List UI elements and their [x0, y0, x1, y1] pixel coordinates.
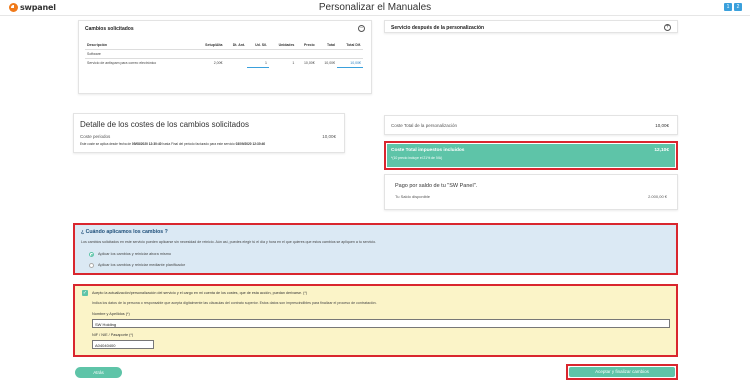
apply-scheduled-radio[interactable]	[89, 263, 94, 268]
table-cell: 10,00€	[303, 61, 315, 66]
column-header: Setup/Alta	[195, 41, 225, 50]
personalization-total-value: 10,00€	[655, 123, 669, 128]
section-row: Software	[85, 49, 363, 59]
balance-value: 2.000,00 €	[648, 194, 667, 199]
taxes-total-value: 12,10€	[654, 148, 669, 153]
apply-scheduled-label[interactable]: Aplicar los cambios y reiniciar mediante…	[98, 263, 185, 267]
top-bar: swpanel Personalizar el Manuales 1 2	[0, 0, 750, 16]
column-header: Dt. Ant.	[224, 41, 248, 50]
apply-changes-section: ¿ Cuándo aplicamos los cambios ? Los cam…	[73, 223, 678, 275]
service-after-title: Servicio después de la personalización	[391, 25, 485, 31]
service-after-card: Servicio después de la personalización +	[384, 20, 678, 33]
nif-field-label: NIF / NIE / Pasaporte (*)	[92, 333, 134, 337]
cost-periods-label: Coste periodos	[80, 134, 111, 139]
header-buttons: 1 2	[724, 3, 742, 11]
table-cell: 10,00€	[324, 61, 336, 66]
table-row: Servicio de antispam para correo electró…	[85, 58, 363, 68]
page-title: Personalizar el Manuales	[318, 2, 432, 13]
column-header: Ud. Sil.	[247, 41, 269, 50]
table-cell: 2,00€	[213, 61, 223, 66]
apply-description: Los cambios solicitados en este servicio…	[81, 240, 377, 244]
table-cell: 1	[247, 58, 269, 68]
name-field-label: Nombre y Apellidos (*)	[92, 312, 130, 316]
column-header: Descripción	[85, 41, 195, 50]
column-header: Total	[316, 41, 338, 50]
section-label: Software	[85, 49, 363, 59]
apply-title: ¿ Cuándo aplicamos los cambios ?	[81, 229, 168, 235]
acceptance-section: ✓ Acepto la actualización/personalizació…	[73, 284, 678, 357]
column-header: Unidades	[269, 41, 297, 50]
column-header: Total Dif.	[337, 41, 363, 50]
payment-card: Pago por saldo de tu "SW Panel". Tu Sald…	[384, 174, 678, 210]
apply-now-radio[interactable]	[89, 252, 94, 257]
name-input[interactable]: SW Holding	[92, 319, 670, 328]
changes-card: Cambios solicitados − Descripción Setup/…	[78, 20, 372, 94]
changes-table: Descripción Setup/Alta Dt. Ant. Ud. Sil.…	[85, 41, 363, 68]
apply-now-label[interactable]: Aplicar los cambios y reiniciar ahora mi…	[98, 252, 171, 256]
submit-button[interactable]: Aceptar y finalizar cambios	[569, 367, 675, 377]
cost-note-prefix: Este coste se aplica desde fecha de	[80, 142, 132, 146]
payment-title: Pago por saldo de tu "SW Panel".	[395, 183, 478, 189]
accept-instructions: Indica los datos de la persona o respons…	[92, 301, 377, 305]
cost-note: Este coste se aplica desde fecha de 05/0…	[80, 142, 265, 146]
accept-terms-checkbox[interactable]: ✓	[82, 290, 88, 296]
personalization-total-label: Coste Total de la personalización	[391, 123, 457, 128]
collapse-icon[interactable]: −	[358, 25, 365, 32]
personalization-total-card: Coste Total de la personalización 10,00€	[384, 115, 678, 135]
balance-label: Tu Saldo disponible	[395, 194, 430, 199]
nif-input[interactable]: A04040400	[92, 340, 154, 349]
table-cell: 1	[292, 61, 295, 66]
back-button[interactable]: Atrás	[75, 367, 122, 378]
table-header-row: Descripción Setup/Alta Dt. Ant. Ud. Sil.…	[85, 41, 363, 50]
header-button-2[interactable]: 2	[734, 3, 742, 11]
accept-terms-label[interactable]: Acepto la actualización/personalización …	[92, 291, 307, 295]
taxes-total-box: Coste Total impuestos incluidos 12,10€ *…	[387, 144, 675, 167]
cost-note-date-end: 03/09/2020 12:30:40	[235, 142, 266, 146]
expand-icon[interactable]: +	[664, 24, 671, 31]
header-button-1[interactable]: 1	[724, 3, 732, 11]
cost-detail-title: Detalle de los costes de los cambios sol…	[80, 120, 249, 129]
taxes-total-subtext: *(10 precio incluye el 21% de IVA)	[391, 156, 443, 160]
taxes-total-label: Coste Total impuestos incluidos	[391, 148, 465, 153]
column-header: Precio	[296, 41, 317, 50]
table-cell: Servicio de antispam para correo electró…	[87, 61, 157, 66]
cost-detail-card: Detalle de los costes de los cambios sol…	[73, 113, 345, 153]
changes-card-title: Cambios solicitados	[85, 26, 134, 32]
table-cell	[224, 59, 247, 68]
cost-periods-value: 10,00€	[322, 134, 336, 139]
table-cell: 10,00€	[337, 58, 363, 68]
cost-note-middle: hasta Final del periodo facturado para e…	[161, 142, 236, 146]
cost-note-date-start: 05/08/2020 12:30:40	[131, 142, 162, 146]
